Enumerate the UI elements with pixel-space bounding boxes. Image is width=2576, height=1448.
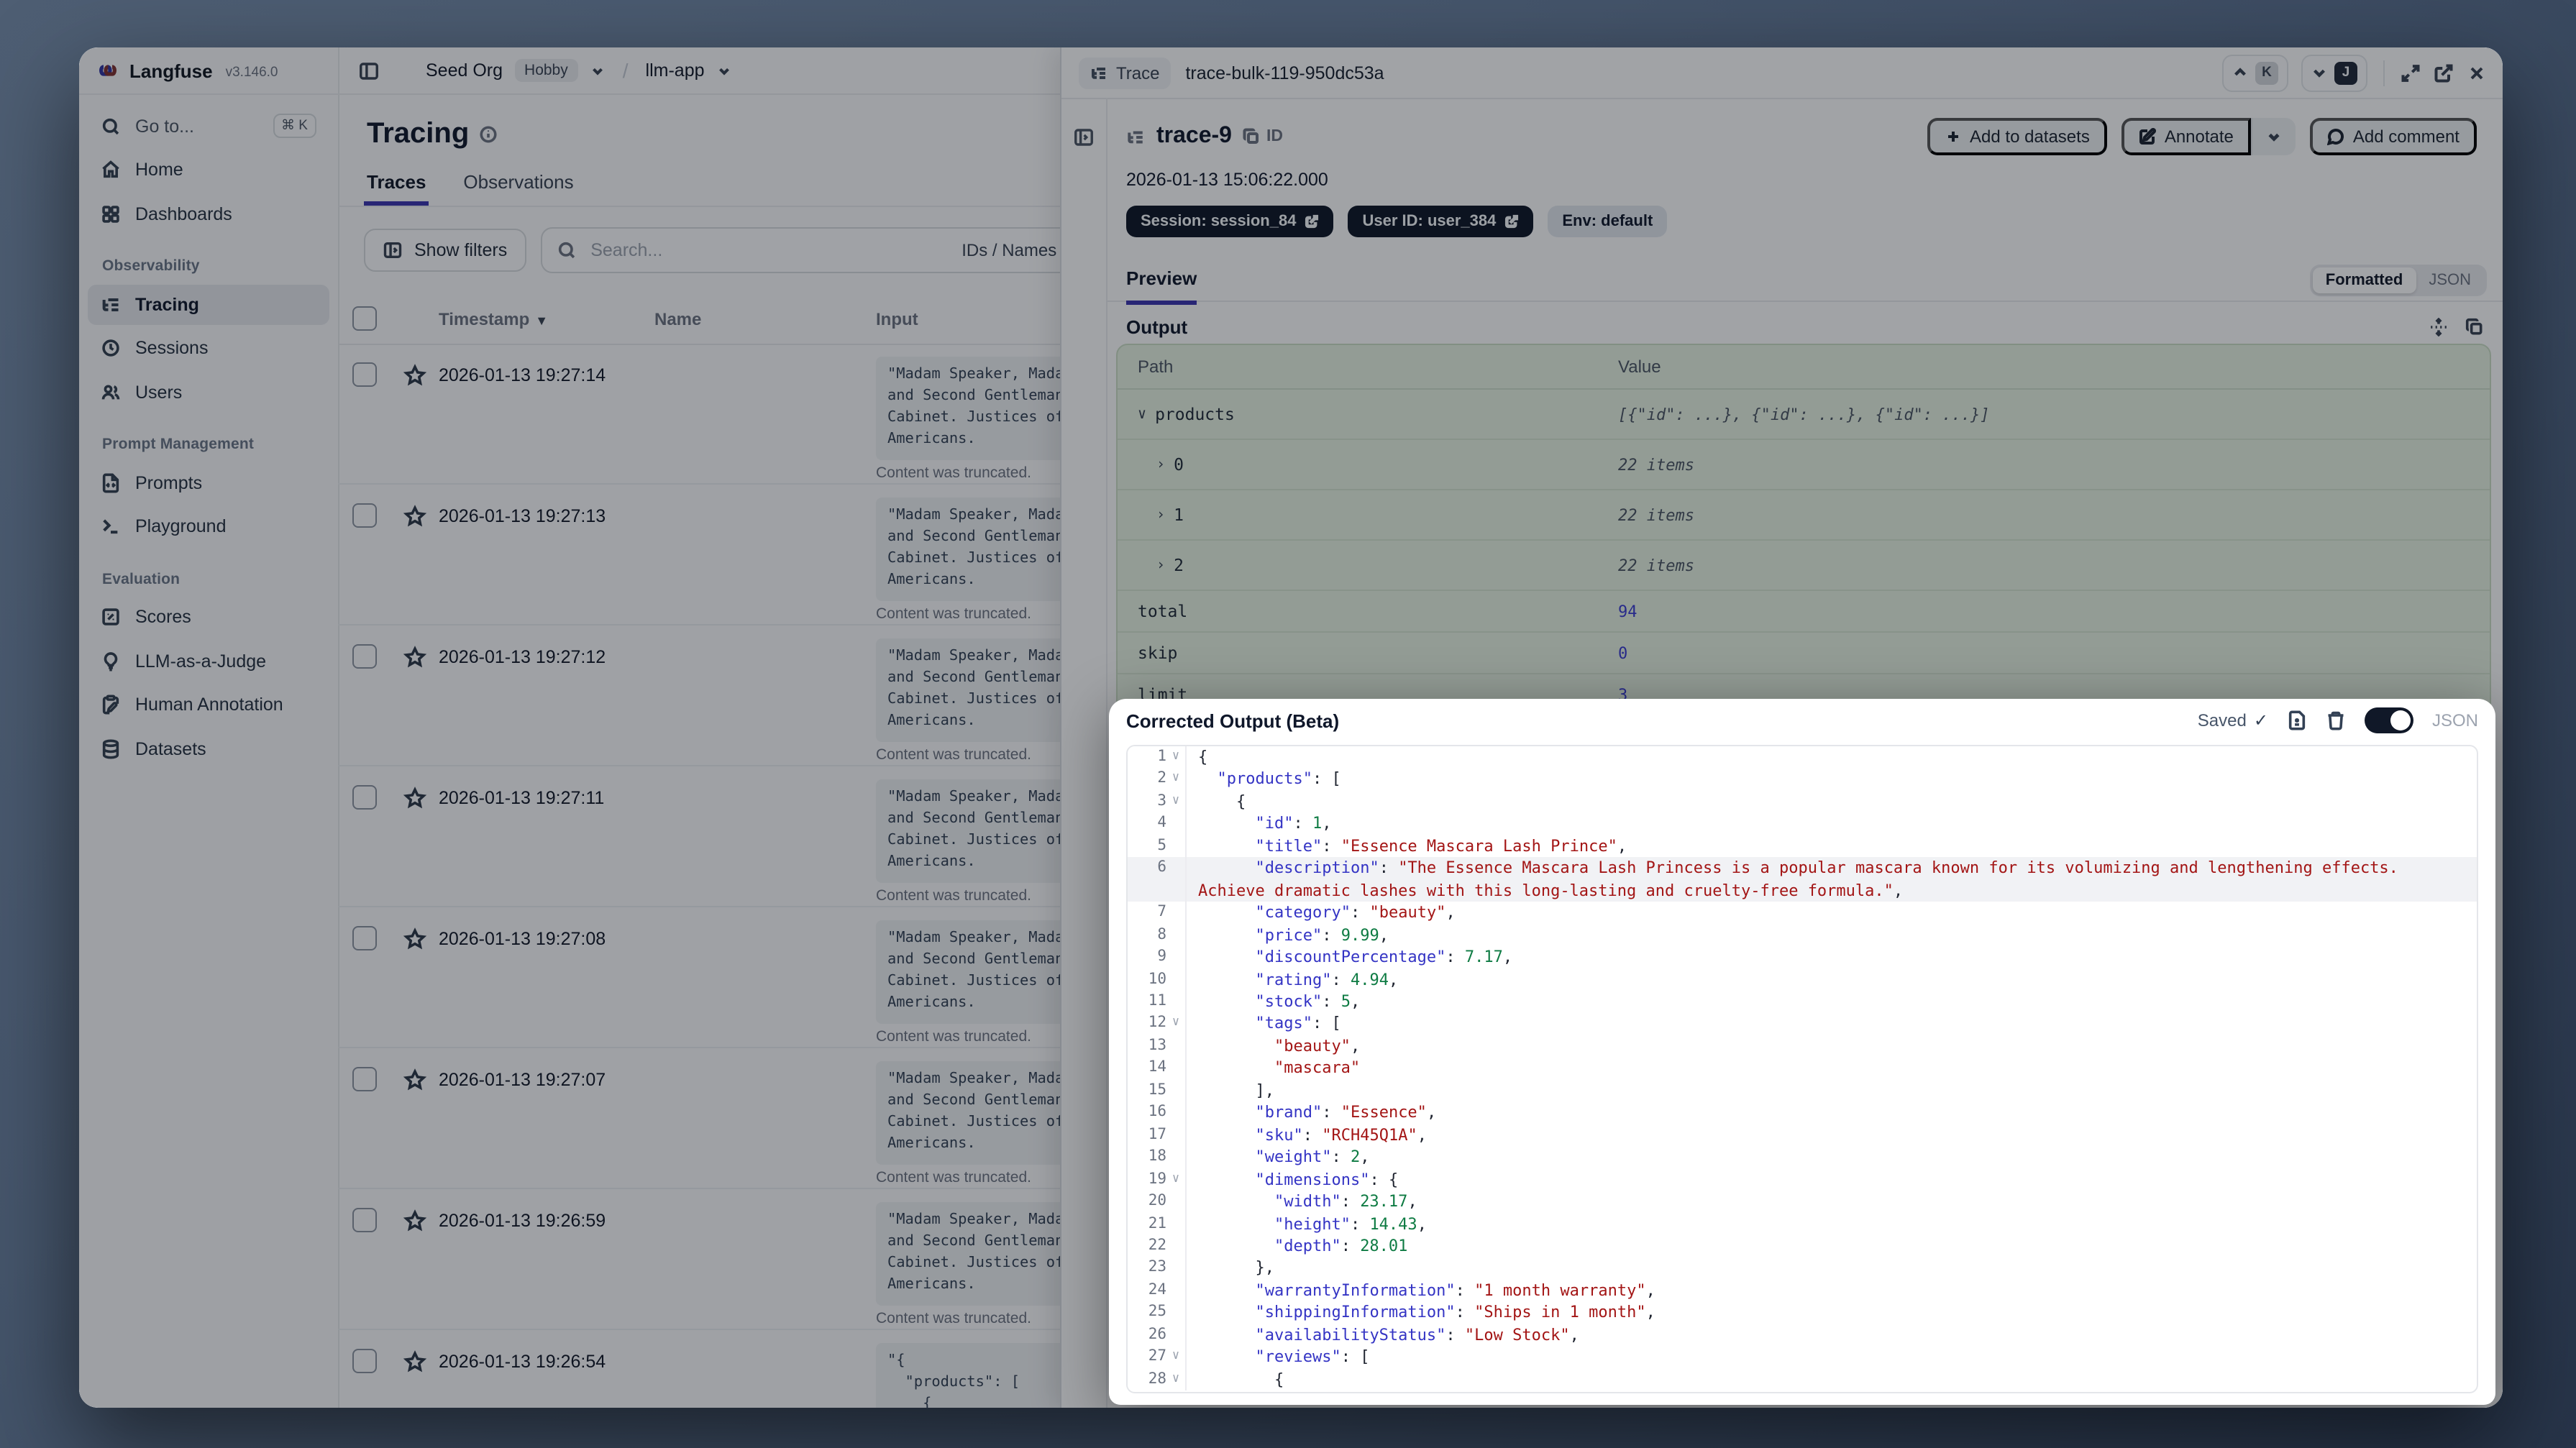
code-line[interactable]: 4 "id": 1, — [1128, 812, 2477, 835]
line-number: 25 — [1128, 1301, 1187, 1324]
code-line[interactable]: 9 "discountPercentage": 7.17, — [1128, 946, 2477, 969]
saved-status: Saved ✓ — [2197, 710, 2268, 730]
fold-chevron-icon[interactable]: ∨ — [1166, 1368, 1185, 1390]
line-number: 8 — [1128, 924, 1187, 947]
line-number: 27 ∨ — [1128, 1346, 1187, 1369]
line-number: 7 — [1128, 902, 1187, 925]
code-line[interactable]: 7 "category": "beauty", — [1128, 902, 2477, 925]
line-number: 3 ∨ — [1128, 790, 1187, 813]
corrected-output-title: Corrected Output (Beta) — [1126, 710, 1340, 731]
line-number: 19 ∨ — [1128, 1168, 1187, 1191]
trash-icon[interactable] — [2326, 710, 2346, 730]
fold-chevron-icon[interactable]: ∨ — [1166, 769, 1185, 791]
fold-chevron-icon[interactable]: ∨ — [1166, 1013, 1185, 1035]
file-diff-icon[interactable] — [2287, 710, 2307, 730]
line-number: 9 — [1128, 946, 1187, 969]
line-number: 20 — [1128, 1191, 1187, 1214]
code-line[interactable]: 6 "description": "The Essence Mascara La… — [1128, 857, 2477, 902]
line-number: 6 — [1128, 857, 1187, 902]
code-line[interactable]: 26 "availabilityStatus": "Low Stock", — [1128, 1324, 2477, 1347]
code-line[interactable]: 17 "sku": "RCH45Q1A", — [1128, 1124, 2477, 1147]
code-line[interactable]: 19 ∨ "dimensions": { — [1128, 1168, 2477, 1191]
desktop: Langfuse v3.146.0 Go to... ⌘ K Home Dashboa… — [0, 0, 2576, 1448]
corrected-output-header: Corrected Output (Beta) Saved ✓ JSON — [1109, 699, 2495, 742]
json-toggle-label: JSON — [2431, 710, 2478, 730]
line-number: 24 — [1128, 1279, 1187, 1302]
line-number: 5 — [1128, 835, 1187, 858]
fold-chevron-icon[interactable]: ∨ — [1166, 746, 1185, 769]
code-line[interactable]: 20 "width": 23.17, — [1128, 1191, 2477, 1214]
line-number: 26 — [1128, 1324, 1187, 1347]
line-number: 28 ∨ — [1128, 1368, 1187, 1391]
fold-chevron-icon[interactable]: ∨ — [1166, 1346, 1185, 1368]
code-line[interactable]: 18 "weight": 2, — [1128, 1146, 2477, 1169]
line-number: 17 — [1128, 1124, 1187, 1147]
json-toggle[interactable] — [2364, 707, 2413, 733]
line-number: 16 — [1128, 1101, 1187, 1124]
check-icon: ✓ — [2253, 710, 2268, 730]
line-number: 15 — [1128, 1079, 1187, 1102]
code-line[interactable]: 22 "depth": 28.01 — [1128, 1234, 2477, 1257]
line-number: 18 — [1128, 1146, 1187, 1169]
code-line[interactable]: 12 ∨ "tags": [ — [1128, 1012, 2477, 1035]
code-line[interactable]: 21 "height": 14.43, — [1128, 1213, 2477, 1235]
code-line[interactable]: 14 "mascara" — [1128, 1057, 2477, 1080]
line-number: 21 — [1128, 1213, 1187, 1235]
line-number: 4 — [1128, 812, 1187, 835]
line-number: 14 — [1128, 1057, 1187, 1080]
json-editor[interactable]: 1 ∨ { 2 ∨ "products": [ 3 ∨ { 4 "id": 1, 5 … — [1126, 745, 2478, 1393]
code-line[interactable]: 2 ∨ "products": [ — [1128, 768, 2477, 791]
line-number: 10 — [1128, 968, 1187, 991]
line-number: 12 ∨ — [1128, 1012, 1187, 1035]
line-number: 2 ∨ — [1128, 768, 1187, 791]
code-line[interactable]: 15 ], — [1128, 1079, 2477, 1102]
code-line[interactable]: 8 "price": 9.99, — [1128, 924, 2477, 947]
app-window: Langfuse v3.146.0 Go to... ⌘ K Home Dashboa… — [79, 47, 2503, 1408]
line-number: 1 ∨ — [1128, 746, 1187, 769]
code-line[interactable]: 11 "stock": 5, — [1128, 990, 2477, 1013]
code-line[interactable]: 13 "beauty", — [1128, 1035, 2477, 1058]
corrected-output-card: Corrected Output (Beta) Saved ✓ JSON 1 ∨… — [1109, 699, 2495, 1405]
line-number: 11 — [1128, 990, 1187, 1013]
code-line[interactable]: 10 "rating": 4.94, — [1128, 968, 2477, 991]
code-line[interactable]: 23 }, — [1128, 1257, 2477, 1280]
code-line[interactable]: 5 "title": "Essence Mascara Lash Prince"… — [1128, 835, 2477, 858]
code-line[interactable]: 24 "warrantyInformation": "1 month warra… — [1128, 1279, 2477, 1302]
fold-chevron-icon[interactable]: ∨ — [1166, 1168, 1185, 1191]
fold-chevron-icon[interactable]: ∨ — [1166, 791, 1185, 813]
line-number: 23 — [1128, 1257, 1187, 1280]
code-line[interactable]: 16 "brand": "Essence", — [1128, 1101, 2477, 1124]
code-line[interactable]: 27 ∨ "reviews": [ — [1128, 1346, 2477, 1369]
code-line[interactable]: 28 ∨ { — [1128, 1368, 2477, 1391]
line-number: 13 — [1128, 1035, 1187, 1058]
code-line[interactable]: 25 "shippingInformation": "Ships in 1 mo… — [1128, 1301, 2477, 1324]
line-number: 22 — [1128, 1234, 1187, 1257]
code-line[interactable]: 1 ∨ { — [1128, 746, 2477, 769]
code-line[interactable]: 3 ∨ { — [1128, 790, 2477, 813]
